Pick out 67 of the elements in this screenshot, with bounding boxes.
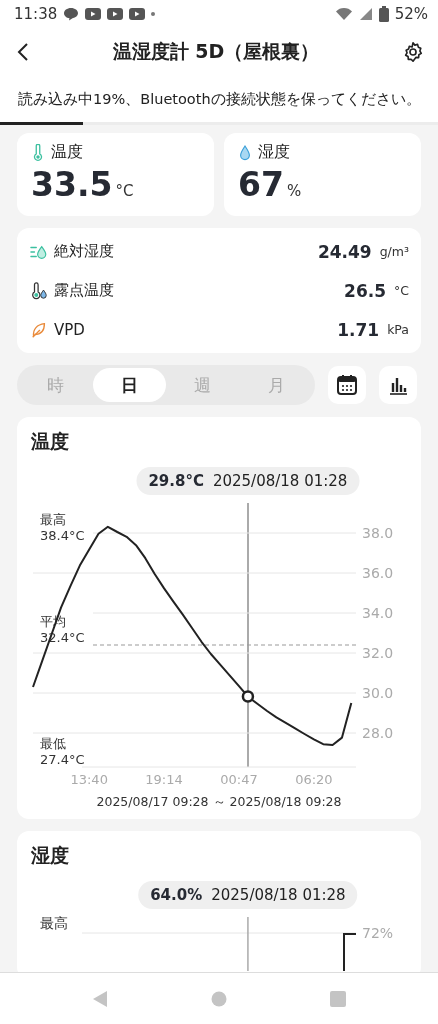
reading-label: 湿度	[258, 142, 290, 163]
settings-button[interactable]	[402, 41, 424, 63]
cursor-line	[247, 916, 249, 971]
metric-value: 24.49	[317, 241, 372, 262]
axis-tick-label: 38.0	[362, 525, 394, 541]
status-time: 11:38	[14, 5, 58, 23]
dot-icon	[151, 12, 156, 16]
calendar-icon	[336, 374, 358, 396]
leaf-icon	[30, 320, 48, 339]
metric-label: VPD	[54, 320, 86, 339]
cursor-line[interactable]	[246, 503, 249, 767]
humidity-line	[343, 933, 357, 971]
battery-icon	[378, 6, 389, 22]
metric-unit: °C	[394, 283, 409, 298]
chart-range: 2025/08/17 09:28 ～ 2025/08/18 09:28	[96, 794, 342, 809]
reading-unit: °C	[115, 182, 134, 200]
axis-tick-label: 36.0	[362, 565, 394, 581]
back-button[interactable]	[16, 42, 30, 62]
thermometer-drop-icon	[30, 281, 48, 300]
loading-message: 読み込み中19%、Bluetoothの接続状態を保ってください。	[18, 89, 421, 109]
axis-tick-label: 32.0	[362, 645, 394, 661]
period-tab[interactable]: 週	[166, 368, 240, 402]
reading-label: 温度	[51, 142, 83, 163]
reading-value: 33.5	[31, 165, 113, 204]
battery-percentage: 52%	[394, 5, 428, 23]
video-app-icon	[107, 8, 124, 20]
calendar-button[interactable]	[328, 366, 366, 404]
axis-tick-label: 13:40	[70, 772, 108, 787]
water-drop-icon	[238, 143, 252, 162]
axis-tick-label: 30.0	[362, 685, 394, 701]
wifi-icon	[334, 7, 353, 21]
metric-value: 26.5	[344, 280, 386, 301]
tooltip-time: 2025/08/18 01:28	[212, 472, 348, 490]
axis-tick-label: 34.0	[362, 605, 394, 621]
metric-label: 絶対湿度	[54, 242, 115, 261]
axis-tick-label: 19:14	[145, 772, 183, 787]
annotation-title: 最高	[40, 915, 68, 931]
reading-unit: %	[286, 182, 302, 200]
annotation-value: 38.4°C	[40, 528, 85, 543]
metric-unit: kPa	[387, 322, 409, 337]
axis-tick-label: 28.0	[362, 725, 394, 741]
axis-tick-label: 72%	[362, 925, 394, 941]
data-point-marker	[241, 690, 255, 703]
chart-title: 温度	[30, 429, 70, 454]
signal-icon	[358, 7, 373, 21]
video-app-icon	[85, 8, 102, 20]
metric-unit: g/m³	[379, 244, 409, 259]
video-app-icon	[129, 8, 146, 20]
tooltip-value: 64.0%	[150, 886, 203, 904]
chart-title: 湿度	[30, 843, 70, 868]
tooltip-value: 29.8°C	[148, 472, 204, 490]
chat-app-icon	[63, 7, 80, 21]
axis-tick-label: 06:20	[295, 772, 333, 787]
period-tab[interactable]: 日	[92, 368, 166, 402]
annotation-title: 最高	[40, 512, 66, 527]
annotation-value: 27.4°C	[40, 752, 85, 767]
bar-chart-button[interactable]	[379, 366, 417, 404]
period-tab[interactable]: 月	[239, 368, 313, 402]
thermometer-icon	[31, 143, 45, 162]
annotation-title: 最低	[40, 736, 66, 751]
metric-label: 露点温度	[54, 281, 115, 300]
period-tab[interactable]: 時	[19, 368, 93, 402]
device-title: 温湿度計 5D（屋根裏）	[112, 39, 320, 64]
reading-value: 67	[238, 165, 284, 204]
tooltip-time: 2025/08/18 01:28	[211, 886, 346, 904]
metric-value: 1.71	[337, 319, 380, 340]
axis-tick-label: 00:47	[220, 772, 258, 787]
